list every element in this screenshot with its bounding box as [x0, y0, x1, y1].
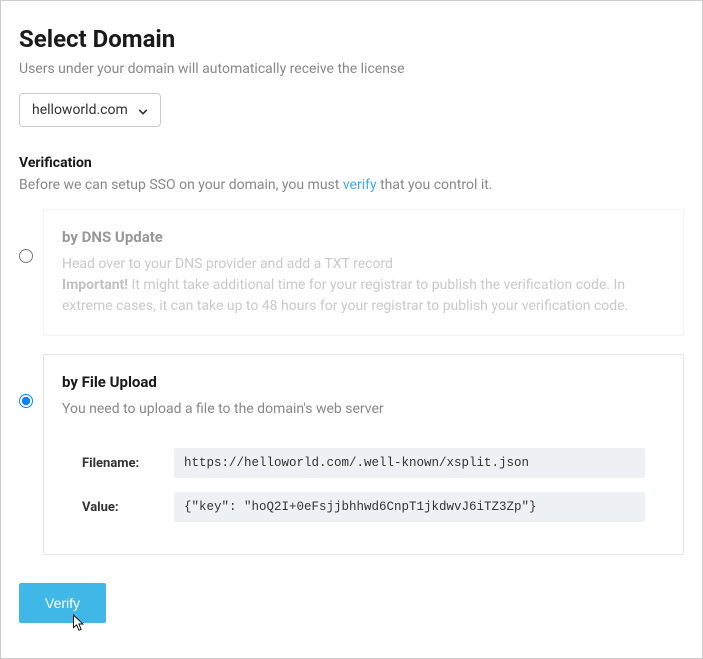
- filename-value: https://helloworld.com/.well-known/xspli…: [174, 448, 645, 478]
- filename-label: Filename:: [82, 456, 162, 471]
- file-details: Filename: https://helloworld.com/.well-k…: [62, 448, 665, 522]
- verification-heading: Verification: [19, 155, 684, 171]
- domain-select-value: helloworld.com: [32, 102, 128, 118]
- value-value: {"key": "hoQ2I+0eFsjjbhhwd6CnpT1jkdwvJ6i…: [174, 492, 645, 522]
- subtitle: Users under your domain will automatical…: [19, 61, 684, 77]
- option-dns-desc: Head over to your DNS provider and add a…: [62, 254, 665, 317]
- cursor-icon: [69, 613, 87, 635]
- radio-dns[interactable]: [19, 249, 33, 263]
- value-label: Value:: [82, 500, 162, 515]
- option-file-desc: You need to upload a file to the domain'…: [62, 399, 665, 420]
- option-file-box[interactable]: by File Upload You need to upload a file…: [43, 354, 684, 555]
- page-title: Select Domain: [19, 25, 684, 53]
- radio-file[interactable]: [19, 394, 33, 408]
- chevron-down-icon: [138, 105, 148, 115]
- verification-desc-after: that you control it.: [377, 177, 493, 193]
- verification-desc-before: Before we can setup SSO on your domain, …: [19, 177, 343, 193]
- verify-button[interactable]: Verify: [19, 583, 106, 623]
- option-file-row: by File Upload You need to upload a file…: [19, 354, 684, 555]
- option-dns-title: by DNS Update: [62, 228, 665, 246]
- verify-link[interactable]: verify: [343, 177, 377, 193]
- option-dns-row: by DNS Update Head over to your DNS prov…: [19, 209, 684, 336]
- option-file-title: by File Upload: [62, 373, 665, 391]
- option-dns-box[interactable]: by DNS Update Head over to your DNS prov…: [43, 209, 684, 336]
- domain-select[interactable]: helloworld.com: [19, 93, 161, 127]
- verify-button-label: Verify: [45, 595, 80, 611]
- verification-desc: Before we can setup SSO on your domain, …: [19, 177, 684, 193]
